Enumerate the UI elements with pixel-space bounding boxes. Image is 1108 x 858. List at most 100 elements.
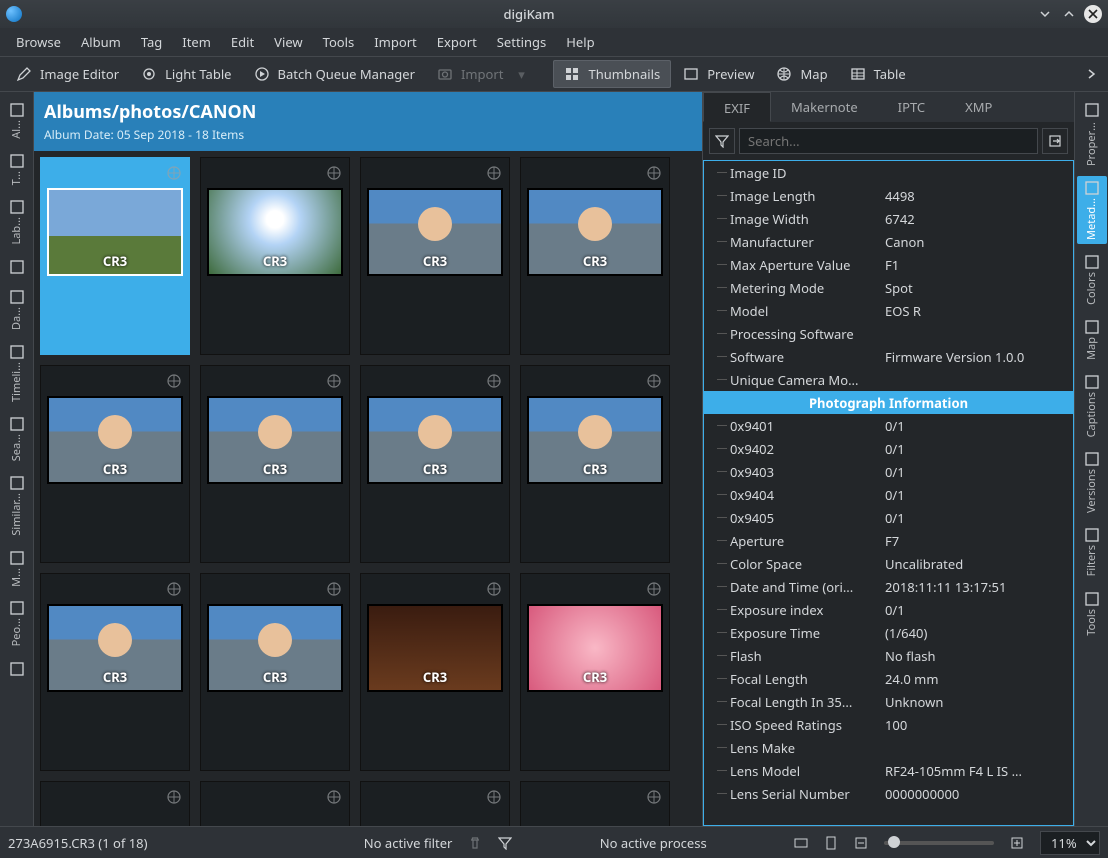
search-input[interactable]: [739, 128, 1038, 154]
menu-tag[interactable]: Tag: [131, 29, 172, 55]
close-button[interactable]: [1084, 5, 1102, 23]
metadata-row[interactable]: 0x94040/1: [704, 483, 1073, 506]
zoom-in-icon[interactable]: [1010, 836, 1024, 850]
menu-tools[interactable]: Tools: [313, 29, 365, 55]
metadata-row[interactable]: 0x94030/1: [704, 460, 1073, 483]
metadata-row[interactable]: ManufacturerCanon: [704, 230, 1073, 253]
thumbnail[interactable]: CR3: [360, 573, 510, 771]
metadata-row[interactable]: Metering ModeSpot: [704, 276, 1073, 299]
thumbnail[interactable]: CR3: [360, 157, 510, 355]
metadata-row[interactable]: Image Length4498: [704, 184, 1073, 207]
metadata-row[interactable]: Color SpaceUncalibrated: [704, 552, 1073, 575]
metadata-row[interactable]: Focal Length24.0 mm: [704, 667, 1073, 690]
thumbnail[interactable]: CR3: [520, 365, 670, 563]
expand-tab[interactable]: [2, 657, 32, 681]
metadata-row[interactable]: ISO Speed Ratings100: [704, 713, 1073, 736]
thumbnail[interactable]: CR3: [200, 573, 350, 771]
metadata-row[interactable]: ModelEOS R: [704, 299, 1073, 322]
import-button[interactable]: Import ▾: [427, 61, 541, 87]
tab-exif[interactable]: EXIF: [703, 92, 771, 122]
thumbnail[interactable]: CR3: [520, 573, 670, 771]
thumbnail[interactable]: [200, 781, 350, 826]
export-metadata-button[interactable]: [1042, 128, 1068, 154]
metadata-row[interactable]: Unique Camera Mo...: [704, 368, 1073, 391]
thumbnail[interactable]: CR3: [200, 157, 350, 355]
filter-icon[interactable]: [498, 836, 512, 850]
menu-browse[interactable]: Browse: [6, 29, 71, 55]
metadata-row[interactable]: Image Width6742: [704, 207, 1073, 230]
menu-import[interactable]: Import: [364, 29, 426, 55]
table-view-button[interactable]: Table: [840, 61, 916, 87]
thumbnail[interactable]: CR3: [40, 365, 190, 563]
zoom-out-icon[interactable]: [854, 836, 868, 850]
metadata-row[interactable]: Lens Serial Number0000000000: [704, 782, 1073, 805]
metadata-row[interactable]: SoftwareFirmware Version 1.0.0: [704, 345, 1073, 368]
captions-tab[interactable]: Captions: [1077, 370, 1107, 441]
menu-item[interactable]: Item: [172, 29, 221, 55]
map-view-button[interactable]: Map: [766, 61, 837, 87]
zoom-select[interactable]: 11%: [1040, 831, 1100, 855]
metadata-row[interactable]: 0x94050/1: [704, 506, 1073, 529]
menu-export[interactable]: Export: [427, 29, 487, 55]
properties-tab[interactable]: Properties: [1077, 98, 1107, 170]
map-tab[interactable]: Map: [1077, 315, 1107, 364]
menu-view[interactable]: View: [264, 29, 312, 55]
light-table-button[interactable]: Light Table: [131, 61, 241, 87]
metadata-row[interactable]: 0x94010/1: [704, 414, 1073, 437]
dates-tab[interactable]: Da...: [2, 285, 32, 334]
tools-tab[interactable]: Tools: [1077, 587, 1107, 640]
thumbnail[interactable]: CR3: [40, 157, 190, 355]
people-tab[interactable]: Peo...: [2, 596, 32, 650]
filters-tab[interactable]: Filters: [1077, 523, 1107, 580]
tab-xmp[interactable]: XMP: [945, 92, 1012, 122]
trash-icon[interactable]: [468, 836, 482, 850]
metadata-row[interactable]: ApertureF7: [704, 529, 1073, 552]
menu-album[interactable]: Album: [71, 29, 131, 55]
menu-settings[interactable]: Settings: [487, 29, 556, 55]
search-tab[interactable]: Sea...: [2, 412, 32, 465]
filter-button[interactable]: [709, 128, 735, 154]
metadata-row[interactable]: Max Aperture ValueF1: [704, 253, 1073, 276]
metadata-row[interactable]: Processing Software: [704, 322, 1073, 345]
menu-help[interactable]: Help: [556, 29, 604, 55]
tab-makernote[interactable]: Makernote: [771, 92, 878, 122]
albums-tab[interactable]: Al...: [2, 98, 32, 143]
menu-edit[interactable]: Edit: [221, 29, 264, 55]
labels-tab[interactable]: Lab...: [2, 195, 32, 249]
metadata-list[interactable]: Image IDImage Length4498Image Width6742M…: [703, 160, 1074, 826]
similar-tab[interactable]: Similar...: [2, 471, 32, 540]
metadata-row[interactable]: Exposure Time(1/640): [704, 621, 1073, 644]
timeline-tab[interactable]: Timeli...: [2, 340, 32, 406]
map-tab[interactable]: M...: [2, 546, 32, 591]
fit-page-icon[interactable]: [824, 836, 838, 850]
minimize-button[interactable]: [1036, 5, 1054, 23]
thumbnail[interactable]: [360, 781, 510, 826]
thumbnails-area[interactable]: CR3CR3CR3CR3CR3CR3CR3CR3CR3CR3CR3CR3: [34, 151, 702, 826]
toolbar-overflow-button[interactable]: [1082, 68, 1102, 80]
thumbnail[interactable]: CR3: [360, 365, 510, 563]
metadata-row[interactable]: Lens Make: [704, 736, 1073, 759]
metadata-tab[interactable]: Metad...: [1077, 176, 1107, 244]
metadata-row[interactable]: 0x94020/1: [704, 437, 1073, 460]
tab-iptc[interactable]: IPTC: [878, 92, 945, 122]
image-editor-button[interactable]: Image Editor: [6, 61, 129, 87]
metadata-row[interactable]: Image ID: [704, 161, 1073, 184]
thumbnail[interactable]: [520, 781, 670, 826]
batch-queue-button[interactable]: Batch Queue Manager: [244, 61, 425, 87]
preview-view-button[interactable]: Preview: [673, 61, 764, 87]
fit-width-icon[interactable]: [794, 836, 808, 850]
tags-tab[interactable]: T...: [2, 149, 32, 189]
thumbnails-view-button[interactable]: Thumbnails: [553, 60, 671, 88]
thumbnail[interactable]: [40, 781, 190, 826]
zoom-slider[interactable]: [884, 841, 994, 845]
star-tab[interactable]: [2, 255, 32, 279]
metadata-row[interactable]: Focal Length In 35...Unknown: [704, 690, 1073, 713]
thumbnail[interactable]: CR3: [200, 365, 350, 563]
maximize-button[interactable]: [1060, 5, 1078, 23]
metadata-row[interactable]: FlashNo flash: [704, 644, 1073, 667]
metadata-row[interactable]: Exposure index0/1: [704, 598, 1073, 621]
metadata-row[interactable]: Lens ModelRF24-105mm F4 L IS ...: [704, 759, 1073, 782]
metadata-row[interactable]: Date and Time (ori...2018:11:11 13:17:51: [704, 575, 1073, 598]
colors-tab[interactable]: Colors: [1077, 250, 1107, 309]
thumbnail[interactable]: CR3: [520, 157, 670, 355]
